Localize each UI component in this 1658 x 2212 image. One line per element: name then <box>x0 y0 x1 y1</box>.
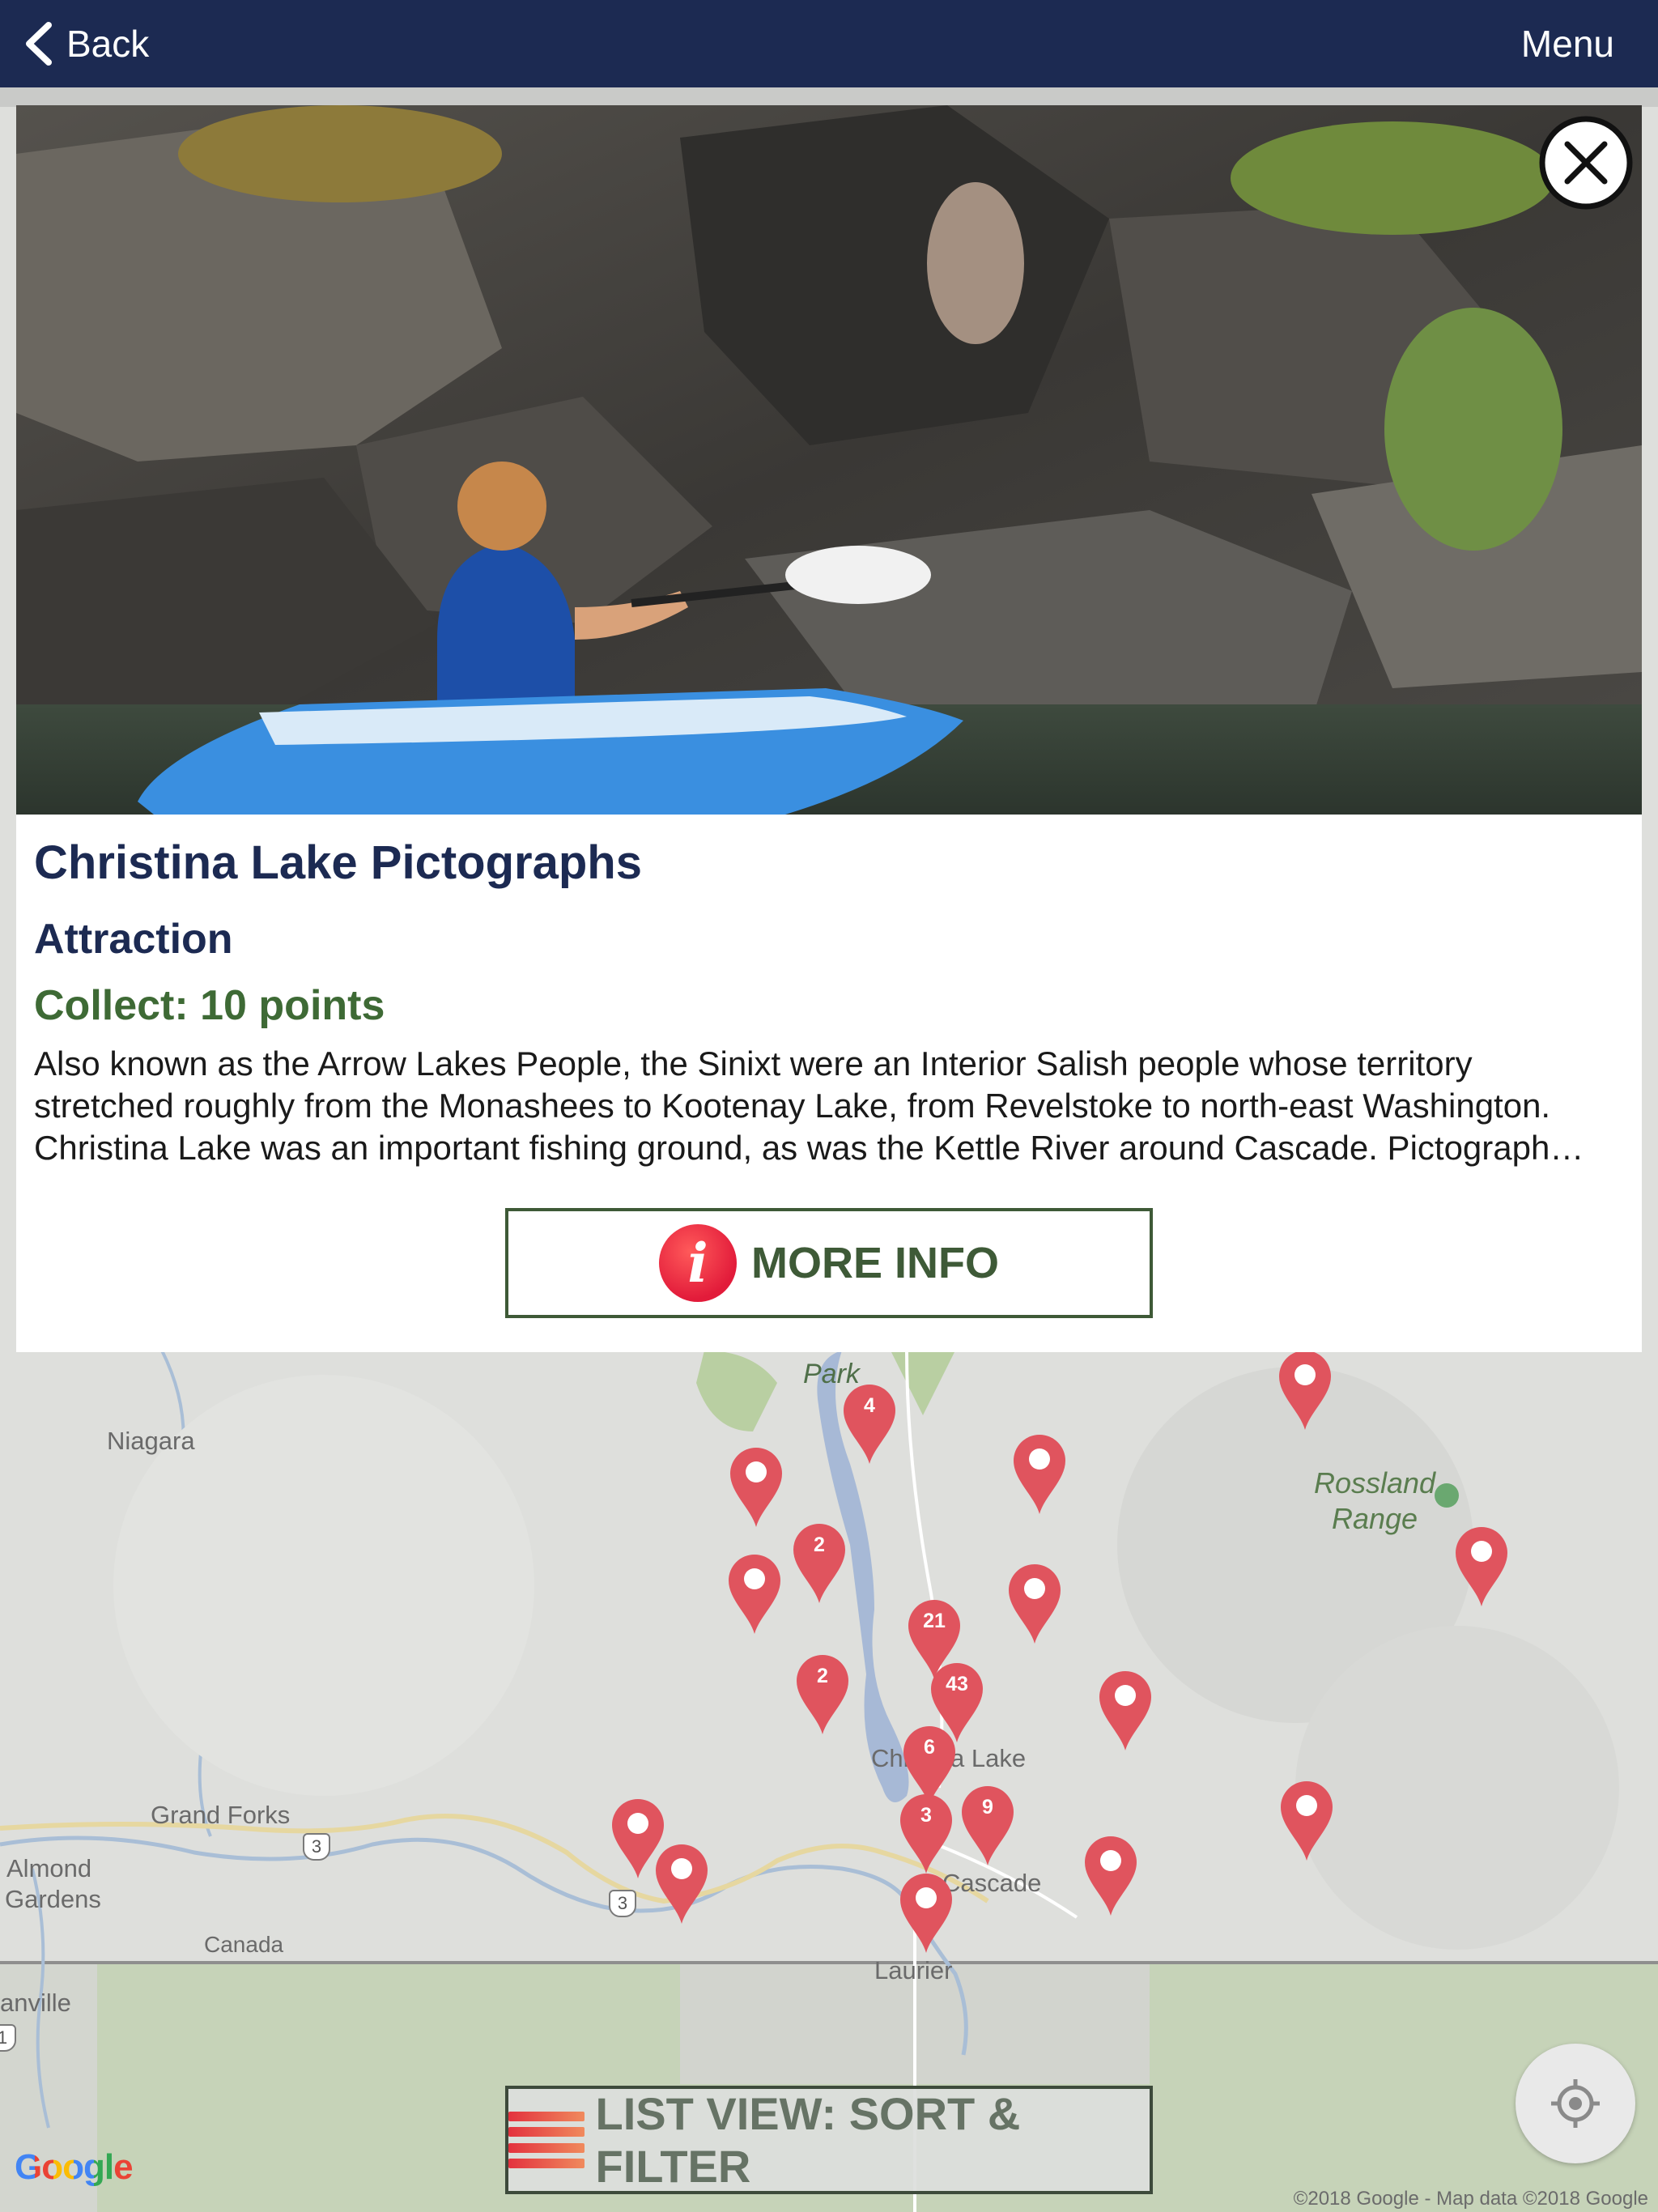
map-cluster-pin[interactable]: 4 <box>840 1381 899 1465</box>
popup-backdrop <box>0 87 1658 107</box>
back-label: Back <box>66 23 150 65</box>
attraction-points: Collect: 10 points <box>34 982 385 1029</box>
nav-bar: Back Menu <box>0 0 1658 87</box>
attraction-category: Attraction <box>34 916 233 963</box>
map-label-laurier: Laurier <box>874 1956 953 1984</box>
hamburger-icon <box>508 2112 585 2168</box>
attraction-photo <box>16 105 1642 815</box>
map-pin[interactable] <box>1452 1524 1511 1608</box>
attraction-description: Also known as the Arrow Lakes People, th… <box>34 1043 1629 1169</box>
park-icon <box>1435 1483 1459 1508</box>
map-pin[interactable] <box>1010 1431 1069 1516</box>
map-label-niagara: Niagara <box>107 1427 195 1455</box>
more-info-button[interactable]: i MORE INFO <box>505 1208 1153 1318</box>
map-label-rossland-range: Rossland Range <box>1313 1466 1436 1535</box>
description-line: Also known as the Arrow Lakes People, th… <box>34 1044 1473 1083</box>
map-pin[interactable] <box>727 1444 785 1529</box>
attraction-title: Christina Lake Pictographs <box>34 836 642 889</box>
my-location-button[interactable] <box>1516 2044 1635 2163</box>
chevron-left-icon <box>26 22 52 66</box>
map-cluster-pin[interactable]: 2 <box>793 1652 852 1736</box>
list-view-label: LIST VIEW: SORT & FILTER <box>595 2088 1021 2192</box>
description-line: stretched roughly from the Monashees to … <box>34 1087 1551 1125</box>
map-label-almond: Almond <box>6 1854 92 1882</box>
map-pin[interactable] <box>725 1551 784 1636</box>
close-icon <box>1539 116 1633 210</box>
attraction-popup-card: Christina Lake Pictographs Attraction Co… <box>16 105 1642 1352</box>
google-logo: Google <box>15 2147 134 2187</box>
crosshair-icon <box>1551 2079 1600 2128</box>
map-label-gardens: Gardens <box>5 1885 101 1913</box>
highway-shield-3: 3 <box>303 1833 330 1861</box>
map-copyright: ©2018 Google - Map data ©2018 Google <box>1293 2188 1648 2210</box>
map-pin[interactable] <box>1082 1833 1140 1917</box>
map-pin[interactable] <box>897 1870 955 1955</box>
map-pin[interactable] <box>1278 1778 1336 1862</box>
map-cluster-pin[interactable]: 2 <box>790 1521 848 1605</box>
map-pin[interactable] <box>1276 1347 1334 1431</box>
map-label-cascade: Cascade <box>942 1869 1042 1897</box>
map-label-grand-forks: Grand Forks <box>151 1801 291 1829</box>
close-button[interactable] <box>1538 115 1634 211</box>
back-button[interactable]: Back <box>23 0 149 87</box>
description-line: Christina Lake was an important fishing … <box>34 1129 1584 1167</box>
map-pin[interactable] <box>1096 1668 1154 1752</box>
map-pin[interactable] <box>1005 1561 1064 1645</box>
info-icon: i <box>659 1224 737 1302</box>
map-label-danville: anville <box>0 1989 71 2017</box>
more-info-label: MORE INFO <box>751 1239 999 1287</box>
map-cluster-pin[interactable]: 9 <box>959 1783 1017 1867</box>
list-view-button[interactable]: LIST VIEW: SORT & FILTER <box>505 2086 1153 2194</box>
menu-button[interactable]: Menu <box>1521 0 1614 87</box>
map-cluster-pin[interactable]: 3 <box>897 1791 955 1875</box>
map-label-christina-lake-b: a Lake <box>950 1744 1027 1772</box>
map-pin[interactable] <box>653 1841 711 1925</box>
highway-shield-3: 3 <box>609 1890 636 1917</box>
map-label-canada: Canada <box>204 1932 284 1957</box>
